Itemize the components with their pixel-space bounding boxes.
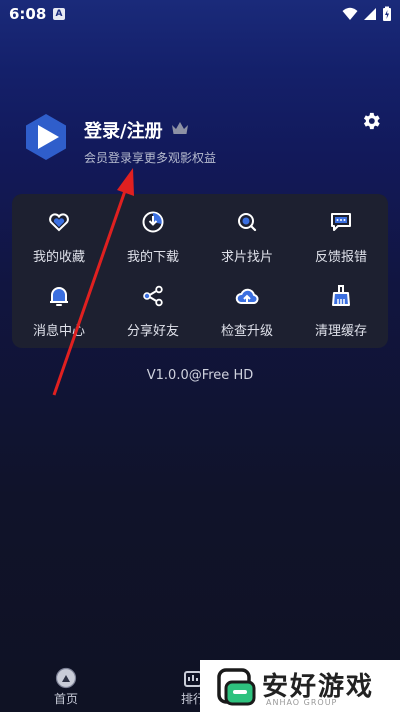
grid-item-downloads[interactable]: 我的下载 — [106, 200, 200, 270]
status-time: 6:08 — [9, 5, 47, 23]
cloud-upgrade-icon — [235, 288, 259, 304]
annotation-arrow — [52, 168, 134, 396]
grid-item-feedback[interactable]: 反馈报错 — [294, 200, 388, 270]
grid-item-messages[interactable]: 消息中心 — [12, 274, 106, 344]
grid-item-request[interactable]: 求片找片 — [200, 200, 294, 270]
grid-label: 反馈报错 — [314, 250, 367, 265]
grid-label: 清理缓存 — [314, 324, 367, 339]
app-logo-icon — [26, 114, 66, 160]
watermark-logo-icon — [217, 668, 256, 706]
grid-label: 求片找片 — [220, 250, 273, 265]
wifi-icon — [342, 7, 358, 20]
vip-crown-icon — [172, 122, 188, 134]
grid-label: 分享好友 — [126, 324, 179, 339]
settings-gear-icon[interactable] — [360, 110, 382, 132]
bell-icon — [50, 287, 68, 306]
home-icon — [55, 667, 77, 689]
broom-icon — [332, 285, 350, 306]
watermark-subtext: ANHAO GROUP — [266, 698, 338, 707]
member-subtitle: 会员登录享更多观影权益 — [84, 151, 217, 165]
grid-label: 我的下载 — [126, 250, 179, 265]
grid-label: 检查升级 — [220, 324, 273, 339]
notification-icon: A — [53, 8, 65, 20]
nav-label: 首页 — [53, 692, 78, 706]
share-icon — [143, 285, 163, 307]
login-register-link[interactable]: 登录/注册 — [84, 117, 163, 143]
status-bar: 6:08 A — [0, 0, 400, 30]
signal-icon — [364, 8, 376, 20]
version-text: V1.0.0@Free HD — [146, 368, 254, 383]
grid-item-favorites[interactable]: 我的收藏 — [12, 200, 106, 270]
grid-item-share[interactable]: 分享好友 — [106, 274, 200, 344]
heart-icon — [49, 213, 69, 232]
watermark: 安好游戏 ANHAO GROUP — [200, 660, 400, 712]
grid-item-upgrade[interactable]: 检查升级 — [200, 274, 294, 344]
grid-label: 我的收藏 — [32, 250, 85, 265]
download-icon — [142, 211, 164, 233]
search-icon — [238, 213, 257, 232]
nav-item-home[interactable]: 首页 — [26, 660, 106, 712]
feature-grid: 我的收藏 我的下载 求片找片 反馈报错 消息中心 分享好友 检查升级 清理缓存 — [12, 194, 388, 348]
battery-icon — [383, 6, 391, 21]
status-icons — [342, 6, 392, 22]
grid-label: 消息中心 — [32, 324, 85, 339]
grid-item-clear-cache[interactable]: 清理缓存 — [294, 274, 388, 344]
feedback-icon — [331, 213, 351, 231]
